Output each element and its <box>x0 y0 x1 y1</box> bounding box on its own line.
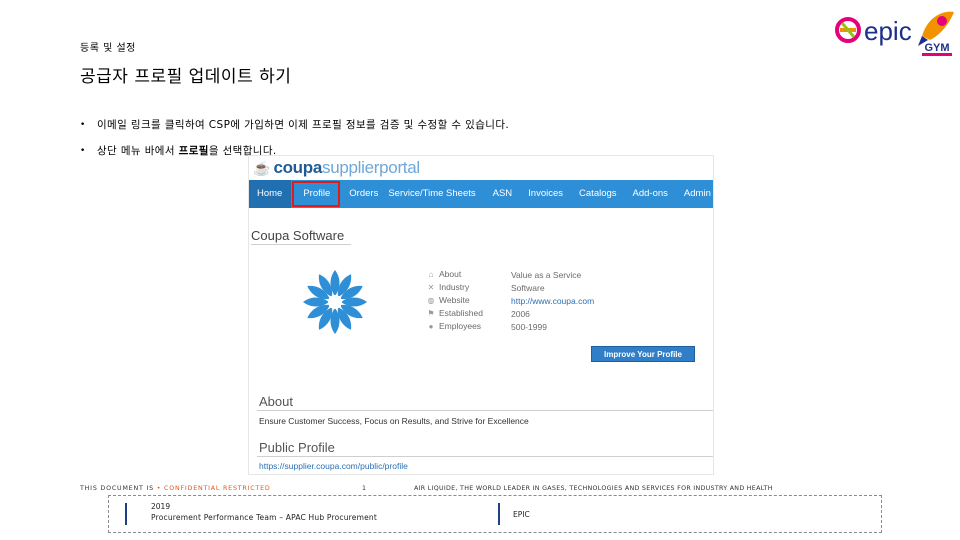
nav-item-asn[interactable]: ASN <box>485 180 521 208</box>
info-label: Employees <box>439 321 482 331</box>
page-title: 공급자 프로필 업데이트 하기 <box>80 67 292 87</box>
info-value: Value as a Service <box>511 269 582 280</box>
footer-divider-left <box>125 503 127 525</box>
portal-logo-brand: coupa <box>273 158 322 177</box>
improve-profile-button[interactable]: Improve Your Profile <box>591 346 695 362</box>
info-row-website: ◍ Website http://www.coupa.com <box>426 294 595 307</box>
instruction-text: 이메일 링크를 클릭하여 CSP에 가입하면 이제 프로필 정보를 검증 및 수… <box>97 119 510 131</box>
flag-icon: ⚑ <box>427 309 435 318</box>
company-name: Coupa Software <box>251 228 345 243</box>
nav-item-admin[interactable]: Admin <box>676 180 713 208</box>
epic-logo: epic <box>835 16 912 46</box>
footer-page-number: 1 <box>362 485 367 492</box>
info-row-established: ⚑ Established 2006 <box>426 307 594 320</box>
nav-item-service-time-sheets[interactable]: Service/Time Sheets <box>386 180 484 208</box>
footer-divider-right <box>498 503 500 525</box>
epic-logo-text: epic <box>864 16 912 46</box>
nav-item-home[interactable]: Home <box>249 180 292 208</box>
nav-item-catalogs[interactable]: Catalogs <box>571 180 625 208</box>
company-info-table: ⌂ About Value as a Service ✕ Industry Soft… <box>426 268 594 333</box>
instruction-item: 이메일 링크를 클릭하여 CSP에 가입하면 이제 프로필 정보를 검증 및 수… <box>80 118 509 132</box>
footer-year: 2019 <box>151 502 171 511</box>
info-label: About <box>439 269 462 279</box>
about-title: About <box>259 394 293 409</box>
portal-logo-suffix: supplierportal <box>322 158 420 177</box>
footer-program: EPIC <box>513 510 530 519</box>
portal-nav-bar: Home Profile Orders Service/Time Sheets … <box>249 180 713 208</box>
gym-logo-text: GYM <box>924 42 949 54</box>
website-link[interactable]: http://www.coupa.com <box>511 294 594 307</box>
nav-item-add-ons[interactable]: Add-ons <box>625 180 676 208</box>
info-label: Website <box>439 295 470 305</box>
people-icon: ● <box>428 322 434 331</box>
portal-screenshot: ☕ coupa supplierportal Home Profile Orde… <box>248 155 714 475</box>
info-label: Established <box>439 308 483 318</box>
footer-confidential: • CONFIDENTIAL RESTRICTED <box>156 485 271 492</box>
portal-logo[interactable]: ☕ coupa supplierportal <box>253 158 420 178</box>
footer-team: Procurement Performance Team – APAC Hub … <box>151 513 378 522</box>
nav-item-orders[interactable]: Orders <box>341 180 386 208</box>
gym-logo: GYM <box>918 11 954 56</box>
public-profile-title: Public Profile <box>259 440 335 455</box>
public-profile-link[interactable]: https://supplier.coupa.com/public/profil… <box>259 461 408 471</box>
info-row-about: ⌂ About Value as a Service <box>426 268 594 281</box>
globe-icon: ◍ <box>427 296 435 305</box>
footer-doc-prefix: THIS DOCUMENT IS <box>80 485 157 492</box>
wrench-icon: ✕ <box>427 283 435 292</box>
company-emblem-icon <box>303 270 367 334</box>
footer-classification: THIS DOCUMENT IS • CONFIDENTIAL RESTRICT… <box>80 485 271 492</box>
info-value: 500-1999 <box>511 321 547 332</box>
public-profile-divider <box>257 456 713 457</box>
footer-tagline: AIR LIQUIDE, THE WORLD LEADER IN GASES, … <box>414 485 773 492</box>
info-value: Software <box>511 282 545 293</box>
company-divider <box>251 244 351 245</box>
about-text: Ensure Customer Success, Focus on Result… <box>259 416 529 426</box>
coupa-cup-icon: ☕ <box>253 159 271 176</box>
instruction-prefix: 상단 메뉴 바에서 <box>97 145 179 157</box>
nav-item-invoices[interactable]: Invoices <box>520 180 571 208</box>
home-icon: ⌂ <box>428 270 434 279</box>
info-row-industry: ✕ Industry Software <box>426 281 594 294</box>
instruction-bold-term: 프로필 <box>178 145 209 157</box>
nav-item-profile[interactable]: Profile <box>291 180 341 208</box>
info-value: 2006 <box>511 308 530 319</box>
section-label: 등록 및 설정 <box>80 43 136 54</box>
about-divider <box>257 410 713 411</box>
info-row-employees: ● Employees 500-1999 <box>426 320 594 333</box>
info-label: Industry <box>439 282 470 292</box>
